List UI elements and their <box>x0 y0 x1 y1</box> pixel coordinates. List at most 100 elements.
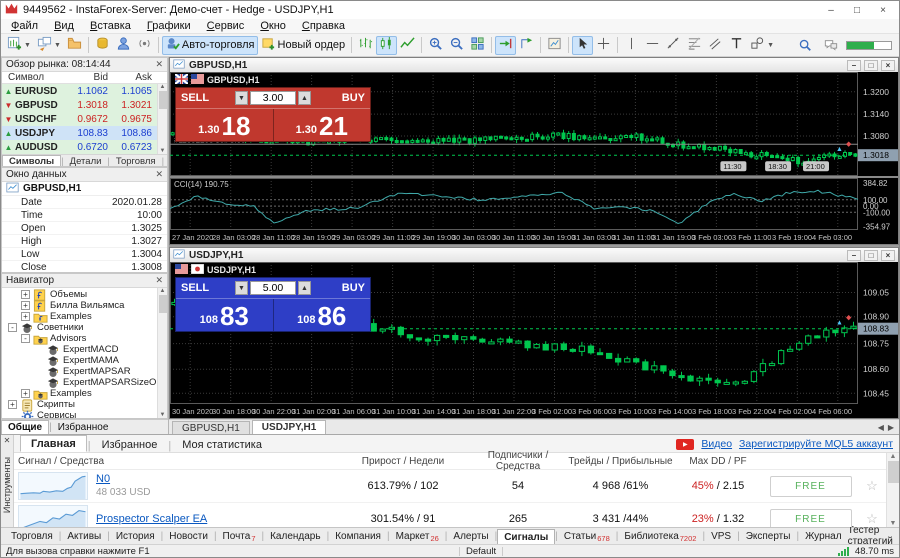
menu-Сервис[interactable]: Сервис <box>199 20 253 32</box>
toolbox-close-icon[interactable]: ✕ <box>4 436 11 445</box>
usdjpy-chart-canvas[interactable]: 109.05108.90108.75108.60108.45108.83▲◆30… <box>170 262 898 418</box>
tree-item-Советники[interactable]: -Советники <box>2 322 167 333</box>
signal-row-Prospector Scalper EA[interactable]: Prospector Scalper EA301.54% / 912653 43… <box>14 503 886 527</box>
chart-maximize-button[interactable]: □ <box>864 250 878 261</box>
favorite-star-icon[interactable]: ☆ <box>866 478 878 493</box>
market-watch-row-USDJPY[interactable]: ▲USDJPY108.83108.86 <box>2 126 167 140</box>
market-watch-row-GBPUSD[interactable]: ▼GBPUSD1.30181.3021 <box>2 98 167 112</box>
bottom-tab-Сигналы[interactable]: Сигналы <box>497 529 555 544</box>
bottom-tab-Журнал[interactable]: Журнал <box>799 528 848 544</box>
market-watch-row-EURUSD[interactable]: ▲EURUSD1.10621.1065 <box>2 84 167 98</box>
bottom-tab-Новости[interactable]: Новости <box>163 528 214 544</box>
tab-Общие[interactable]: Общие <box>1 420 49 434</box>
market-watch-row-AUDUSD[interactable]: ▲AUDUSD0.67200.6723 <box>2 140 167 154</box>
signals-scrollbar[interactable]: ▲▼ <box>886 453 899 527</box>
cursor-button[interactable] <box>572 36 593 55</box>
community-button[interactable] <box>113 36 134 55</box>
bars-chart-button[interactable] <box>355 36 376 55</box>
tree-item-ExpertMAPSAR[interactable]: ExpertMAPSAR <box>2 366 167 377</box>
trendline-button[interactable] <box>663 36 684 55</box>
menu-Файл[interactable]: Файл <box>3 20 46 32</box>
minimize-button[interactable]: – <box>819 3 843 17</box>
auto-scroll-button[interactable] <box>516 36 537 55</box>
tree-item-ExpertMACD[interactable]: ExpertMACD <box>2 344 167 355</box>
crosshair-button[interactable] <box>593 36 614 55</box>
signal-row-N0[interactable]: N048 033 USD613.79% / 102544 968 /61%45%… <box>14 470 886 503</box>
bottom-tab-Компания[interactable]: Компания <box>329 528 387 544</box>
payments-button[interactable] <box>92 36 113 55</box>
sell-price[interactable]: 10883 <box>176 299 274 331</box>
bottom-tab-Почта[interactable]: Почта7 <box>217 528 262 544</box>
data-window-close-icon[interactable]: ✕ <box>155 169 163 180</box>
chart-maximize-button[interactable]: □ <box>864 60 878 71</box>
buy-button[interactable]: BUY <box>313 282 365 294</box>
tree-expander-icon[interactable]: + <box>21 301 30 310</box>
market-watch-row-USDCHF[interactable]: ▼USDCHF0.96720.9675 <box>2 112 167 126</box>
sell-button[interactable]: SELL <box>181 282 233 294</box>
toolbox-tab-Избранное[interactable]: Избранное <box>92 437 168 452</box>
close-button[interactable]: × <box>871 3 895 17</box>
lot-dropdown-icon[interactable]: ▼ <box>235 91 248 105</box>
tile-windows-button[interactable] <box>467 36 488 55</box>
free-button[interactable]: FREE <box>770 509 852 528</box>
menu-Окно[interactable]: Окно <box>252 20 294 32</box>
bottom-tab-Алерты[interactable]: Алерты <box>447 528 494 544</box>
menu-Вставка[interactable]: Вставка <box>82 20 139 32</box>
tree-item-Сервисы[interactable]: Сервисы <box>2 410 167 418</box>
tree-item-ExpertMAPSARSizeOptim[interactable]: ExpertMAPSARSizeOptim <box>2 377 167 388</box>
chart-tab-USDJPY,H1[interactable]: USDJPY,H1 <box>252 420 326 434</box>
menu-Вид[interactable]: Вид <box>46 20 82 32</box>
candles-chart-button[interactable] <box>376 36 397 55</box>
bottom-tab-Календарь[interactable]: Календарь <box>264 528 326 544</box>
bottom-tab-Торговля[interactable]: Торговля <box>5 528 59 544</box>
tree-item-ExpertMAMA[interactable]: ExpertMAMA <box>2 355 167 366</box>
equidistant-channel-button[interactable] <box>705 36 726 55</box>
tree-expander-icon[interactable]: - <box>21 334 30 343</box>
bottom-tab-Эксперты[interactable]: Эксперты <box>740 528 797 544</box>
signal-name-link[interactable]: Prospector Scalper EA <box>96 513 207 526</box>
bottom-tab-Статьи[interactable]: Статьи678 <box>558 528 616 544</box>
favorite-star-icon[interactable]: ☆ <box>866 511 878 526</box>
lot-stepper-icon[interactable]: ▲ <box>298 91 311 105</box>
zoom-out-button[interactable] <box>446 36 467 55</box>
buy-button[interactable]: BUY <box>313 92 365 104</box>
sell-button[interactable]: SELL <box>181 92 233 104</box>
lot-size-input[interactable] <box>250 281 296 295</box>
chart-close-button[interactable]: × <box>881 60 895 71</box>
menu-Графики[interactable]: Графики <box>139 20 199 32</box>
chart-tab-GBPUSD,H1[interactable]: GBPUSD,H1 <box>172 421 250 434</box>
shapes-button[interactable]: ▼ <box>747 36 777 55</box>
text-label-button[interactable] <box>726 36 747 55</box>
buy-price[interactable]: 1.3021 <box>274 109 371 141</box>
tree-expander-icon[interactable]: + <box>21 290 30 299</box>
tab-Детали[interactable]: Детали <box>64 155 108 167</box>
chart-tab-scroll-arrows[interactable]: ◀▶ <box>878 423 899 434</box>
navigator-scrollbar[interactable]: ▲▼ <box>157 288 167 418</box>
vertical-line-button[interactable] <box>621 36 642 55</box>
search-icon[interactable] <box>794 36 815 55</box>
new-order-button[interactable]: Новый ордер <box>258 36 349 55</box>
tree-item-Билла Вильямса[interactable]: +Билла Вильямса <box>2 300 167 311</box>
tab-Торговля[interactable]: Торговля <box>110 155 162 167</box>
lot-stepper-icon[interactable]: ▲ <box>298 281 311 295</box>
tree-expander-icon[interactable]: - <box>8 323 17 332</box>
bottom-tab-Библиотека[interactable]: Библиотека7202 <box>618 528 702 544</box>
strategy-tester-label[interactable]: Тестер стратегий <box>848 528 899 544</box>
market-watch-close-icon[interactable]: ✕ <box>155 59 163 70</box>
line-chart-button[interactable] <box>397 36 418 55</box>
fibonacci-button[interactable] <box>684 36 705 55</box>
tree-item-Advisors[interactable]: -Advisors <box>2 333 167 344</box>
maximize-button[interactable]: □ <box>845 3 869 17</box>
lot-size-input[interactable] <box>250 91 296 105</box>
navigator-close-icon[interactable]: ✕ <box>155 275 163 286</box>
templates-button[interactable] <box>544 36 565 55</box>
chart-close-button[interactable]: × <box>881 250 895 261</box>
buy-price[interactable]: 10886 <box>274 299 371 331</box>
autotrading-button[interactable]: Авто-торговля <box>162 36 258 55</box>
signals-broadcast-button[interactable] <box>134 36 155 55</box>
bottom-tab-История[interactable]: История <box>110 528 161 544</box>
chart-shift-button[interactable] <box>495 36 516 55</box>
chart-minimize-button[interactable]: – <box>847 250 861 261</box>
market-watch-scrollbar[interactable]: ▲▼ <box>157 84 167 154</box>
tree-item-Объемы[interactable]: +Объемы <box>2 289 167 300</box>
